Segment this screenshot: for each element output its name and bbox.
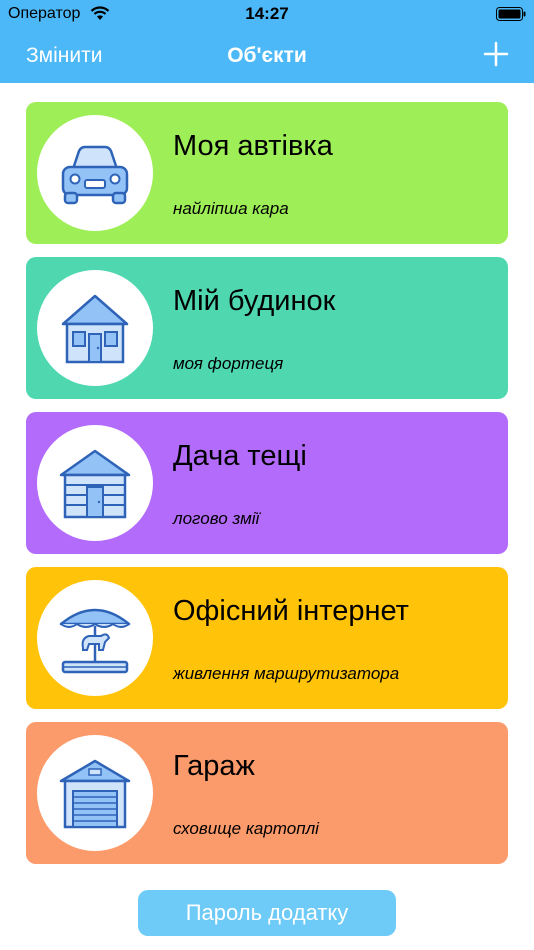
object-title: Дача тещі (173, 440, 307, 472)
object-card-office-internet[interactable]: Офісний інтернет живлення маршрутизатора (26, 567, 508, 709)
header: Оператор 14:27 Змінити Об'єкти (0, 0, 534, 83)
object-card-cabin[interactable]: Дача тещі логово змії (26, 412, 508, 554)
object-subtitle: логово змії (173, 509, 260, 528)
object-subtitle: живлення маршрутизатора (173, 664, 400, 683)
app-password-button[interactable]: Пароль додатку (138, 890, 396, 936)
object-card-house[interactable]: Мій будинок моя фортеця (26, 257, 508, 399)
object-icon-circle (37, 270, 153, 386)
object-card-car[interactable]: Моя автівка найліпша кара (26, 102, 508, 244)
object-subtitle: сховище картоплі (173, 819, 319, 838)
plus-icon[interactable] (482, 40, 510, 68)
object-icon-circle (37, 115, 153, 231)
log-cabin-icon (59, 449, 131, 519)
house-icon (61, 294, 129, 364)
page-title: Об'єкти (227, 44, 307, 67)
battery-icon (496, 7, 526, 21)
object-subtitle: найліпша кара (173, 199, 289, 218)
object-title: Гараж (173, 750, 255, 782)
object-title: Мій будинок (173, 285, 336, 317)
nav-bar: Змінити Об'єкти (0, 34, 534, 78)
object-icon-circle (37, 735, 153, 851)
object-title: Офісний інтернет (173, 595, 409, 627)
object-icon-circle (37, 425, 153, 541)
object-card-garage[interactable]: Гараж сховище картоплі (26, 722, 508, 864)
garage-icon (59, 759, 131, 829)
object-subtitle: моя фортеця (173, 354, 284, 373)
car-icon (61, 145, 129, 205)
object-icon-circle (37, 580, 153, 696)
object-title: Моя автівка (173, 130, 333, 162)
status-bar: Оператор 14:27 (0, 0, 534, 30)
carousel-icon (59, 608, 131, 674)
status-time: 14:27 (245, 4, 289, 23)
